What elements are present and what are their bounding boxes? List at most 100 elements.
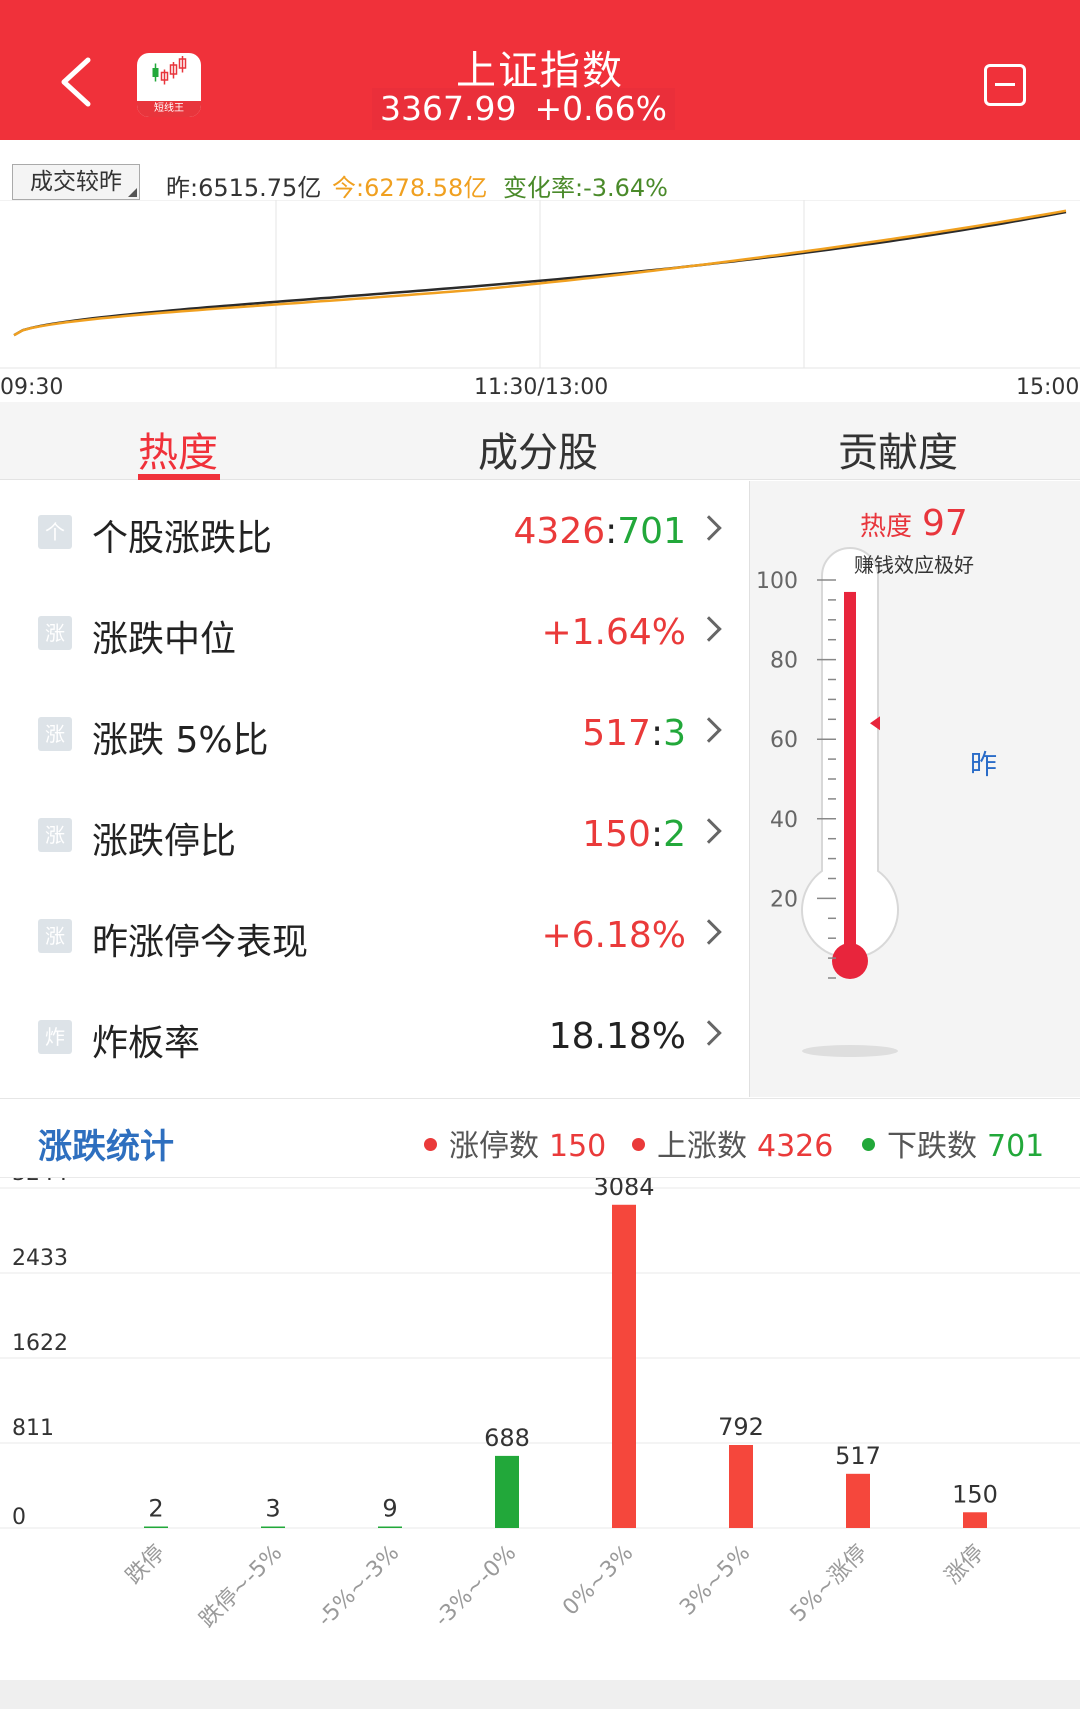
value-up: 517 xyxy=(582,713,651,754)
y-tick-label: 811 xyxy=(12,1416,54,1441)
y-tick-label: 0 xyxy=(12,1505,26,1530)
category-label: 跌停 xyxy=(121,1541,170,1590)
bar xyxy=(846,1473,870,1528)
value-sep: : xyxy=(605,511,618,552)
value-down: 3 xyxy=(663,713,686,754)
tab-heat[interactable]: 热度 xyxy=(138,420,218,478)
heat-label: 热度 xyxy=(860,512,913,542)
volume-change-rate: 变化率:-3.64% xyxy=(503,174,668,202)
legend-dot-icon xyxy=(862,1138,875,1151)
stats-title: 涨跌统计 xyxy=(38,1127,174,1167)
bar-value-label: 792 xyxy=(718,1413,764,1441)
y-tick-label: 1622 xyxy=(12,1331,68,1356)
bar xyxy=(378,1526,402,1528)
heat-description: 赚钱效应极好 xyxy=(854,553,974,577)
legend-value: 150 xyxy=(549,1129,607,1164)
chevron-right-icon xyxy=(696,616,722,642)
category-label: -3%~-0% xyxy=(430,1541,521,1632)
volume-compare-label: 成交较昨 xyxy=(30,169,122,195)
chevron-right-icon xyxy=(696,717,722,743)
rise-icon: 涨 xyxy=(38,818,72,852)
legend-limit-up: 涨停数 150 xyxy=(424,1121,606,1165)
metric-value: 517:3 xyxy=(582,713,686,754)
chevron-right-icon xyxy=(696,818,722,844)
value-sep: : xyxy=(650,713,664,754)
category-label: 5%~涨停 xyxy=(786,1541,873,1628)
metric-value: +1.64% xyxy=(541,612,686,653)
metric-label: 涨跌 5%比 xyxy=(92,720,269,761)
value-up: 150 xyxy=(582,814,651,855)
y-tick-label: 2433 xyxy=(12,1246,68,1271)
value-down: 2 xyxy=(663,814,686,855)
tab-constituents[interactable]: 成分股 xyxy=(478,420,598,478)
bar-value-label: 688 xyxy=(484,1424,530,1452)
yesterday-label: 昨 xyxy=(970,750,997,781)
metric-label: 涨跌停比 xyxy=(92,821,237,862)
metric-value: 150:2 xyxy=(582,814,686,855)
scale-label: 60 xyxy=(770,728,798,753)
bar-value-label: 3084 xyxy=(593,1178,654,1201)
metric-row-broken-limit[interactable]: 炸 炸板率 18.18% xyxy=(0,986,748,1086)
active-tab-indicator xyxy=(138,474,220,480)
metric-label: 昨涨停今表现 xyxy=(92,922,309,963)
legend-value: 4326 xyxy=(757,1129,834,1164)
rise-icon: 涨 xyxy=(38,616,72,650)
value-down: 701 xyxy=(617,511,686,552)
stats-header: 涨跌统计 涨停数 150 上涨数 4326 下跌数 701 xyxy=(0,1098,1080,1178)
scale-label: 20 xyxy=(770,887,798,912)
chevron-right-icon xyxy=(696,515,722,541)
scale-label: 100 xyxy=(756,569,798,594)
bar xyxy=(144,1526,168,1528)
thermometer-shadow xyxy=(802,1045,898,1057)
heat-panel: 100 80 60 40 20 热度 97 赚钱效应极好 昨 xyxy=(749,481,1080,1097)
distribution-bar-chart: 3244 2433 1622 811 0 2 跌停 3 跌停~-5% 9 -5%~-3% 688 -3%… xyxy=(0,1178,1080,1633)
category-label: 跌停~-5% xyxy=(195,1541,287,1633)
metric-label: 个股涨跌比 xyxy=(92,518,273,559)
legend-label: 涨停数 xyxy=(449,1129,539,1164)
time-label-close: 15:00 xyxy=(1016,375,1080,400)
time-label-mid: 11:30/13:00 xyxy=(474,375,609,400)
legend-value: 701 xyxy=(987,1129,1045,1164)
metric-row-5pct[interactable]: 涨 涨跌 5%比 517:3 xyxy=(0,683,748,783)
volume-compare-dropdown[interactable]: 成交较昨 xyxy=(12,164,140,200)
app-header: 短线王 上证指数 3367.99 +0.66% xyxy=(0,0,1080,140)
heat-value: 97 xyxy=(922,503,968,544)
bar xyxy=(963,1512,987,1528)
volume-yesterday: 昨:6515.75亿 xyxy=(166,174,322,202)
minimize-icon[interactable] xyxy=(984,64,1026,106)
index-price: 3367.99 xyxy=(380,89,517,128)
thermometer-mercury xyxy=(844,591,856,961)
metric-value: 18.18% xyxy=(548,1016,686,1057)
y-tick-label: 3244 xyxy=(12,1178,68,1186)
legend-dot-icon xyxy=(632,1138,645,1151)
legend-dot-icon xyxy=(424,1138,437,1151)
index-change: +0.66% xyxy=(534,89,667,128)
tab-contribution[interactable]: 贡献度 xyxy=(838,420,958,478)
index-quote: 3367.99 +0.66% xyxy=(372,88,675,130)
intraday-volume-chart[interactable] xyxy=(0,200,1080,370)
explode-icon: 炸 xyxy=(38,1020,72,1054)
heat-score: 热度 97 xyxy=(860,503,968,544)
bar-value-label: 517 xyxy=(835,1442,881,1470)
category-label: 涨停 xyxy=(940,1541,989,1590)
metric-row-advance-decline[interactable]: 个 个股涨跌比 4326:701 xyxy=(0,481,748,581)
metric-value: 4326:701 xyxy=(514,511,686,552)
scale-label: 40 xyxy=(770,808,798,833)
category-label: 0%~3% xyxy=(558,1541,638,1621)
bar-value-label: 9 xyxy=(382,1495,397,1523)
metric-label: 炸板率 xyxy=(92,1023,201,1064)
legend-label: 上涨数 xyxy=(657,1129,747,1164)
scale-label: 80 xyxy=(770,649,798,674)
category-label: 3%~5% xyxy=(675,1541,755,1621)
bar xyxy=(729,1444,753,1528)
metrics-list: 个 个股涨跌比 4326:701 涨 涨跌中位 +1.64% 涨 涨跌 5%比 … xyxy=(0,481,748,1097)
rise-icon: 涨 xyxy=(38,919,72,953)
volume-compare-strip: 成交较昨 昨:6515.75亿 今:6278.58亿 变化率:-3.64% xyxy=(0,162,1080,202)
metric-row-limit[interactable]: 涨 涨跌停比 150:2 xyxy=(0,784,748,884)
tab-bar: 热度 成分股 贡献度 xyxy=(0,402,1080,480)
metric-row-yesterday-limit[interactable]: 涨 昨涨停今表现 +6.18% xyxy=(0,885,748,985)
value-up: 4326 xyxy=(513,511,606,552)
metric-row-median[interactable]: 涨 涨跌中位 +1.64% xyxy=(0,582,748,682)
rise-icon: 涨 xyxy=(38,717,72,751)
app-logo-label: 短线王 xyxy=(137,101,201,117)
